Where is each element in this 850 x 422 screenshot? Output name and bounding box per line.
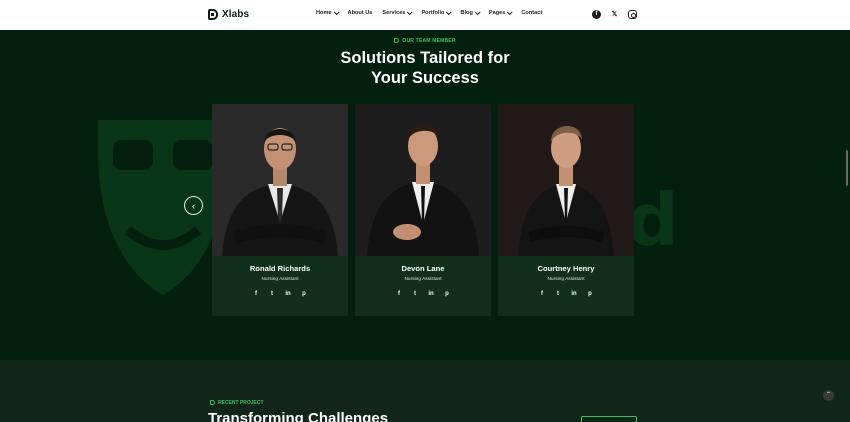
section-title: Transforming Challenges — [208, 410, 389, 422]
nav-item-about[interactable]: About Us — [348, 10, 373, 16]
nav-item-home[interactable]: Home — [316, 9, 340, 16]
member-socials: f t in p — [498, 291, 634, 298]
section-title: Solutions Tailored for Your Success — [0, 48, 850, 88]
member-photo — [355, 104, 491, 256]
linkedin-icon[interactable]: in — [428, 291, 435, 298]
chevron-down-icon — [474, 9, 481, 16]
nav-item-services[interactable]: Services — [382, 9, 413, 16]
twitter-icon[interactable]: t — [412, 291, 419, 298]
section-eyebrow: OUR TEAM MEMBER — [0, 38, 850, 44]
team-card[interactable]: Courtney Henry Nursing Assistant f t in … — [498, 104, 634, 316]
chevron-left-icon: ‹ — [192, 200, 195, 211]
header-social: f 𝕏 ig — [592, 10, 637, 19]
nav-label: About Us — [347, 10, 373, 16]
facebook-icon[interactable]: f — [539, 291, 546, 298]
nav-item-blog[interactable]: Blog — [460, 9, 481, 16]
nav-label: Contact — [521, 10, 543, 16]
member-photo — [498, 104, 634, 256]
team-card[interactable]: Devon Lane Nursing Assistant f t in p — [355, 104, 491, 316]
eyebrow-text: OUR TEAM MEMBER — [402, 38, 456, 44]
twitter-icon[interactable]: t — [555, 291, 562, 298]
view-all-button[interactable] — [581, 416, 637, 422]
member-info: Devon Lane Nursing Assistant f t in p — [355, 256, 491, 316]
title-line: Solutions Tailored for — [340, 49, 510, 67]
member-role: Nursing Assistant — [547, 277, 585, 282]
logo-text: Xlabs — [222, 9, 250, 20]
team-section: bid OUR TEAM MEMBER Solutions Tailored f… — [0, 30, 850, 360]
facebook-icon[interactable]: f — [396, 291, 403, 298]
main-nav: Home About Us Services Portfolio Blog Pa… — [316, 9, 542, 16]
nav-label: Pages — [488, 10, 506, 16]
facebook-icon[interactable]: f — [253, 291, 260, 298]
twitter-icon[interactable]: t — [269, 291, 276, 298]
eyebrow-text: RECENT PROJECT — [218, 400, 264, 406]
chevron-down-icon — [507, 9, 513, 16]
member-socials: f t in p — [355, 291, 491, 298]
team-card[interactable]: Ronald Richards Nursing Assistant f t in… — [212, 104, 348, 316]
chevron-down-icon — [333, 9, 340, 16]
chevron-down-icon — [407, 9, 413, 16]
logo-icon — [208, 9, 218, 20]
projects-section: RECENT PROJECT Transforming Challenges ⌃ — [0, 360, 850, 422]
instagram-icon[interactable]: ig — [628, 10, 637, 19]
pinterest-icon[interactable]: p — [444, 291, 451, 298]
scroll-to-top-button[interactable]: ⌃ — [823, 390, 834, 401]
member-name: Devon Lane — [401, 264, 445, 273]
pinterest-icon[interactable]: p — [587, 291, 594, 298]
site-header: Xlabs Home About Us Services Portfolio B… — [0, 0, 850, 30]
scrollbar-thumb[interactable] — [846, 150, 848, 186]
eyebrow-logo-icon — [394, 38, 400, 43]
eyebrow-logo-icon — [210, 400, 215, 405]
linkedin-icon[interactable]: in — [571, 291, 578, 298]
chevron-down-icon — [446, 9, 452, 16]
x-icon[interactable]: 𝕏 — [610, 10, 619, 19]
member-socials: f t in p — [212, 291, 348, 298]
member-name: Ronald Richards — [249, 264, 311, 273]
pinterest-icon[interactable]: p — [301, 291, 308, 298]
nav-item-contact[interactable]: Contact — [521, 10, 542, 16]
member-role: Nursing Assistant — [404, 277, 442, 282]
logo[interactable]: Xlabs — [208, 9, 249, 20]
nav-label: Portfolio — [421, 10, 445, 16]
nav-label: Services — [382, 10, 406, 16]
chevron-up-icon: ⌃ — [825, 392, 832, 398]
nav-label: Home — [316, 10, 332, 16]
member-name: Courtney Henry — [537, 264, 595, 273]
member-info: Courtney Henry Nursing Assistant f t in … — [498, 256, 634, 316]
member-info: Ronald Richards Nursing Assistant f t in… — [212, 256, 348, 316]
member-role: Nursing Assistant — [261, 277, 299, 282]
nav-label: Blog — [460, 10, 473, 16]
section-eyebrow: RECENT PROJECT — [210, 400, 264, 406]
facebook-icon[interactable]: f — [592, 10, 601, 19]
title-line: Your Success — [371, 69, 479, 87]
nav-item-portfolio[interactable]: Portfolio — [421, 9, 452, 16]
member-photo — [212, 104, 348, 256]
linkedin-icon[interactable]: in — [285, 291, 292, 298]
nav-item-pages[interactable]: Pages — [488, 9, 513, 16]
carousel-prev-button[interactable]: ‹ — [184, 196, 203, 215]
